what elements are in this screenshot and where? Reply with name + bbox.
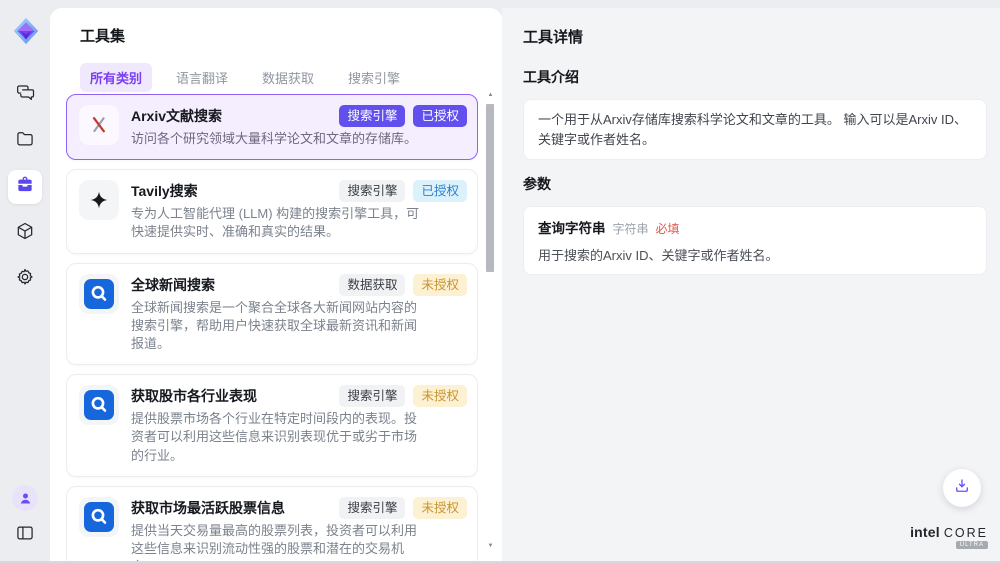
scroll-up-arrow[interactable]: ▲ xyxy=(485,90,496,100)
search-icon xyxy=(84,390,114,420)
param-card: 查询字符串 字符串 必填 用于搜索的Arxiv ID、关键字或作者姓名。 xyxy=(523,206,987,275)
tool-badges: 搜索引擎未授权 xyxy=(339,385,467,407)
tool-card[interactable]: Tavily搜索专为人工智能代理 (LLM) 构建的搜索引擎工具，可快速提供实时… xyxy=(66,169,478,253)
panel-toggle-icon xyxy=(15,523,35,548)
sidebar-item-settings[interactable] xyxy=(8,262,42,296)
tool-description: 专为人工智能代理 (LLM) 构建的搜索引擎工具，可快速提供实时、准确和真实的结… xyxy=(131,205,423,241)
user-avatar[interactable] xyxy=(12,485,38,511)
tool-icon-tile xyxy=(79,274,119,314)
tab-1[interactable]: 语言翻译 xyxy=(166,63,238,92)
brand-ultra-badge: ULTRA xyxy=(956,541,988,549)
category-badge: 数据获取 xyxy=(339,274,405,296)
brand-intel-text: intel xyxy=(910,524,940,540)
star-icon xyxy=(89,190,109,210)
tool-description: 提供当天交易量最高的股票列表，投资者可以利用这些信息来识别流动性强的股票和潜在的… xyxy=(131,522,423,563)
folder-icon xyxy=(15,129,35,154)
download-button[interactable] xyxy=(943,469,981,507)
tool-icon-tile xyxy=(79,105,119,145)
intro-text: 一个用于从Arxiv存储库搜索科学论文和文章的工具。 输入可以是Arxiv ID… xyxy=(538,110,972,149)
auth-status-badge: 已授权 xyxy=(413,105,467,127)
sidebar-item-tools[interactable] xyxy=(8,170,42,204)
arxiv-icon xyxy=(88,114,110,136)
category-tabs: 所有类别语言翻译数据获取搜索引擎 xyxy=(80,63,410,92)
param-name: 查询字符串 xyxy=(538,217,606,237)
auth-status-badge: 未授权 xyxy=(413,385,467,407)
param-type: 字符串 xyxy=(613,220,649,237)
search-icon xyxy=(84,502,114,532)
toolbox-icon xyxy=(15,175,35,200)
tool-icon-tile xyxy=(79,497,119,537)
category-badge: 搜索引擎 xyxy=(339,105,405,127)
auth-status-badge: 未授权 xyxy=(413,497,467,519)
intro-card: 一个用于从Arxiv存储库搜索科学论文和文章的工具。 输入可以是Arxiv ID… xyxy=(523,99,987,160)
panel-toggle-button[interactable] xyxy=(8,521,42,549)
person-icon xyxy=(18,491,33,506)
tab-3[interactable]: 搜索引擎 xyxy=(338,63,410,92)
tool-description: 访问各个研究领域大量科学论文和文章的存储库。 xyxy=(131,130,423,148)
tool-card[interactable]: Arxiv文献搜索访问各个研究领域大量科学论文和文章的存储库。搜索引擎已授权 xyxy=(66,94,478,160)
scroll-down-arrow[interactable]: ▼ xyxy=(485,541,496,551)
cube-icon xyxy=(15,221,35,246)
detail-title: 工具详情 xyxy=(523,26,986,47)
category-badge: 搜索引擎 xyxy=(339,385,405,407)
category-badge: 搜索引擎 xyxy=(339,180,405,202)
tool-description: 提供股票市场各个行业在特定时间段内的表现。投资者可以利用这些信息来识别表现优于或… xyxy=(131,410,423,465)
intel-core-logo: intel CORE ULTRA xyxy=(910,524,988,549)
sidebar-item-files[interactable] xyxy=(8,124,42,158)
scrollbar-thumb[interactable] xyxy=(486,104,494,272)
tool-list: Arxiv文献搜索访问各个研究领域大量科学论文和文章的存储库。搜索引擎已授权Ta… xyxy=(66,94,478,563)
param-description: 用于搜索的Arxiv ID、关键字或作者姓名。 xyxy=(538,245,972,264)
tool-card[interactable]: 全球新闻搜索全球新闻搜索是一个聚合全球各大新闻网站内容的搜索引擎，帮助用户快速获… xyxy=(66,263,478,366)
auth-status-badge: 已授权 xyxy=(413,180,467,202)
tab-all-categories[interactable]: 所有类别 xyxy=(80,63,152,92)
sidebar-item-chat[interactable] xyxy=(8,78,42,112)
gear-icon xyxy=(15,267,35,292)
tools-panel: 工具集 所有类别语言翻译数据获取搜索引擎 Arxiv文献搜索访问各个研究领域大量… xyxy=(50,8,502,563)
intro-heading: 工具介绍 xyxy=(523,67,986,87)
tool-badges: 搜索引擎未授权 xyxy=(339,497,467,519)
tool-badges: 搜索引擎已授权 xyxy=(339,105,467,127)
tool-card[interactable]: 获取市场最活跃股票信息提供当天交易量最高的股票列表，投资者可以利用这些信息来识别… xyxy=(66,486,478,563)
tool-detail-panel: 工具详情 工具介绍 一个用于从Arxiv存储库搜索科学论文和文章的工具。 输入可… xyxy=(502,8,1000,563)
brand-core-text: CORE xyxy=(944,526,988,540)
tool-icon-tile xyxy=(79,180,119,220)
category-badge: 搜索引擎 xyxy=(339,497,405,519)
tool-badges: 数据获取未授权 xyxy=(339,274,467,296)
tool-icon-tile xyxy=(79,385,119,425)
param-required-flag: 必填 xyxy=(656,220,680,237)
tab-2[interactable]: 数据获取 xyxy=(252,63,324,92)
search-icon xyxy=(84,279,114,309)
tool-badges: 搜索引擎已授权 xyxy=(339,180,467,202)
app-logo[interactable] xyxy=(11,16,41,46)
sidebar-item-packages[interactable] xyxy=(8,216,42,250)
tool-card[interactable]: 获取股市各行业表现提供股票市场各个行业在特定时间段内的表现。投资者可以利用这些信… xyxy=(66,374,478,477)
params-heading: 参数 xyxy=(523,174,986,194)
page-title: 工具集 xyxy=(80,25,125,46)
scrollbar[interactable]: ▲ ▼ xyxy=(485,90,496,551)
chat-icon xyxy=(15,83,35,108)
tool-description: 全球新闻搜索是一个聚合全球各大新闻网站内容的搜索引擎，帮助用户快速获取全球最新资… xyxy=(131,299,423,354)
auth-status-badge: 未授权 xyxy=(413,274,467,296)
download-icon xyxy=(953,477,971,500)
left-sidebar xyxy=(0,0,50,563)
